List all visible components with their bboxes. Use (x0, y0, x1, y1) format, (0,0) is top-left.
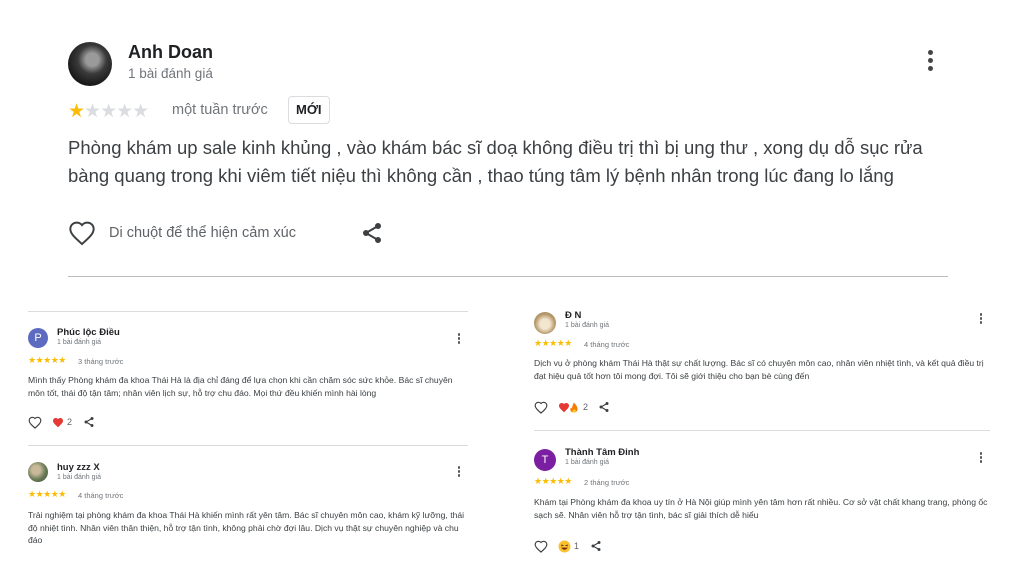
more-vert-icon[interactable] (920, 50, 940, 76)
more-vert-icon[interactable] (978, 313, 984, 327)
heart-outline-icon[interactable] (28, 416, 42, 429)
review-actions: Di chuột để thể hiện cảm xúc (68, 220, 428, 248)
divider (534, 430, 990, 431)
review-actions: 2 (534, 401, 654, 415)
star-rating: ★★★★★ (534, 338, 572, 348)
review-actions: 1 (534, 540, 654, 554)
reaction-count: 1 (574, 541, 580, 551)
review-count: 1 bài đánh giá (565, 322, 609, 329)
divider (28, 445, 468, 446)
review-count: 1 bài đánh giá (565, 459, 609, 466)
reaction-hint: Di chuột để thể hiện cảm xúc (109, 225, 296, 241)
more-vert-icon[interactable] (456, 333, 462, 347)
reviewer-name[interactable]: huy zzz X (57, 462, 100, 473)
heart-fire-icon[interactable] (558, 401, 580, 414)
share-icon[interactable] (598, 401, 610, 413)
more-vert-icon[interactable] (456, 466, 462, 480)
review-time: 4 tháng trước (584, 340, 630, 349)
review-text: Khám tại Phòng khám đa khoa uy tín ở Hà … (534, 497, 988, 520)
review-actions: 2 (28, 416, 148, 430)
review-text: Dịch vụ ở phòng khám Thái Hà thật sự chấ… (534, 358, 984, 381)
divider (68, 276, 948, 277)
star-rating: ★★★★★ (28, 489, 66, 499)
heart-outline-icon[interactable] (68, 220, 96, 246)
star-rating: ★★★★★ (28, 355, 66, 365)
avatar-letter: T (541, 454, 549, 466)
more-vert-icon[interactable] (978, 452, 984, 466)
reaction-count: 2 (583, 402, 589, 412)
review-text: Trải nghiệm tại phòng khám đa khoa Thái … (28, 510, 465, 545)
share-icon[interactable] (83, 416, 95, 428)
reviewer-name[interactable]: Đ N (565, 310, 581, 321)
review-time: 2 tháng trước (584, 478, 630, 487)
divider (28, 311, 468, 312)
avatar[interactable]: P (28, 328, 48, 348)
avatar[interactable] (28, 462, 48, 482)
rating-row: ★★★★★ một tuần trước MỚI (68, 96, 368, 124)
review-time: 4 tháng trước (78, 491, 124, 500)
reviewer-name[interactable]: Thành Tâm Đinh (565, 447, 639, 458)
avatar[interactable] (534, 312, 556, 334)
new-badge: MỚI (288, 96, 330, 124)
review-count: 1 bài đánh giá (128, 66, 213, 81)
reaction-count: 2 (67, 417, 73, 427)
review-time: 3 tháng trước (78, 357, 124, 366)
review-count: 1 bài đánh giá (57, 339, 101, 346)
share-icon[interactable] (360, 221, 384, 245)
laughing-emoji-icon[interactable] (558, 540, 571, 553)
red-heart-icon[interactable] (52, 416, 64, 429)
heart-outline-icon[interactable] (534, 401, 548, 414)
review-text: Mình thấy Phòng khám đa khoa Thái Hà là … (28, 375, 453, 398)
reviewer-name[interactable]: Anh Doan (128, 42, 213, 63)
avatar[interactable]: T (534, 449, 556, 471)
review-text: Phòng khám up sale kinh khủng , vào khám… (68, 137, 923, 186)
reviewer-name[interactable]: Phúc lộc Điều (57, 327, 120, 338)
avatar[interactable] (68, 42, 112, 86)
star-rating: ★★★★★ (534, 476, 572, 486)
heart-outline-icon[interactable] (534, 540, 548, 553)
star-rating: ★★★★★ (68, 101, 149, 122)
avatar-letter: P (34, 332, 42, 344)
review-count: 1 bài đánh giá (57, 474, 101, 481)
share-icon[interactable] (590, 540, 602, 552)
review-time: một tuần trước (172, 102, 268, 118)
